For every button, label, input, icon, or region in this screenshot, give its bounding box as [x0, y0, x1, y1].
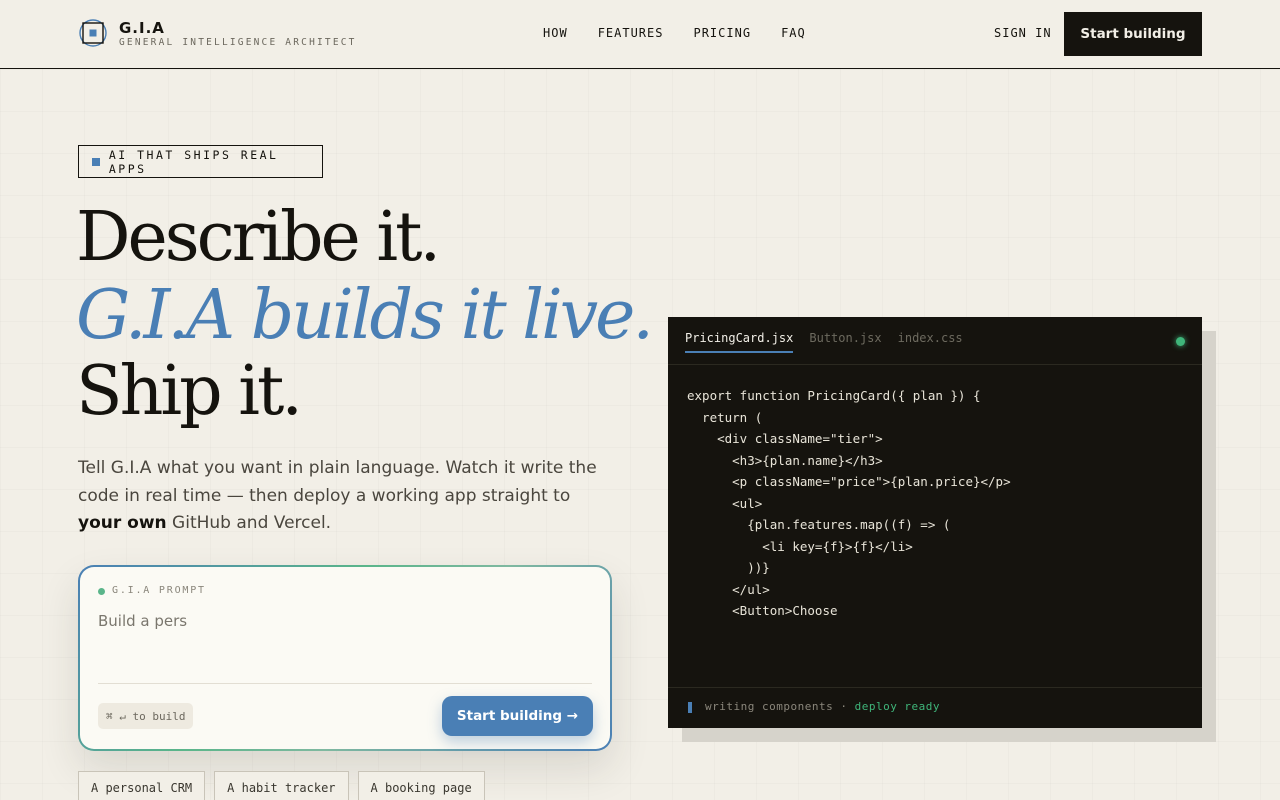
- code-line: export function PricingCard({ plan }) {: [687, 388, 981, 403]
- tab-pricingcard[interactable]: PricingCard.jsx: [685, 331, 794, 353]
- code-line: <ul>: [687, 495, 763, 511]
- status-dot-icon: [98, 588, 105, 595]
- editor-tabs: PricingCard.jsx Button.jsx index.css: [685, 331, 963, 353]
- suggestion-chip[interactable]: A personal CRM: [78, 771, 206, 800]
- lede-text: Tell G.I.A what you want in plain langua…: [78, 458, 597, 506]
- code-line: <h3>{plan.name}</h3>: [687, 452, 883, 468]
- code-line: <li key={f}>{f}</li>: [687, 538, 913, 554]
- suggestion-chip[interactable]: A habit tracker: [214, 771, 349, 800]
- tab-button[interactable]: Button.jsx: [809, 331, 881, 353]
- prompt-divider: [98, 683, 592, 684]
- hero-badge: AI THAT SHIPS REAL APPS: [78, 145, 323, 178]
- headline-line-2: G.I.A builds it live.: [76, 276, 654, 355]
- prompt-start-building-button[interactable]: Start building →: [442, 696, 593, 736]
- code-line: </ul>: [687, 581, 770, 597]
- main-nav: HOW FEATURES PRICING FAQ: [543, 26, 806, 40]
- code-line: {plan.features.map((f) => (: [687, 517, 951, 532]
- site-header: G.I.A GENERAL INTELLIGENCE ARCHITECT HOW…: [0, 0, 1280, 69]
- editor-divider: [668, 364, 1202, 365]
- prompt-input[interactable]: [98, 609, 592, 633]
- prompt-label: G.I.A PROMPT: [112, 585, 206, 596]
- status-bar-icon: [688, 702, 692, 713]
- nav-faq[interactable]: FAQ: [781, 26, 806, 40]
- lede-text-end: GitHub and Vercel.: [166, 513, 332, 533]
- code-line: <p className="price">{plan.price}</p>: [687, 474, 1011, 489]
- headline-line-1: Describe it.: [76, 198, 441, 277]
- prompt-card-body: G.I.A PROMPT ⌘ ↵ to build Start building…: [80, 567, 610, 749]
- headline-line-3: Ship it.: [76, 352, 303, 431]
- lede-emphasis: your own: [78, 513, 167, 533]
- code-editor: PricingCard.jsx Button.jsx index.css exp…: [668, 317, 1202, 728]
- tab-index-css[interactable]: index.css: [898, 331, 963, 353]
- nav-how[interactable]: HOW: [543, 26, 568, 40]
- suggestion-chips: A personal CRM A habit tracker A booking…: [78, 771, 485, 800]
- nav-pricing[interactable]: PRICING: [693, 26, 751, 40]
- badge-text: AI THAT SHIPS REAL APPS: [108, 147, 279, 176]
- live-indicator-icon: [1176, 337, 1185, 346]
- status-label: writing components ·: [705, 700, 848, 713]
- hero-description: Tell G.I.A what you want in plain langua…: [78, 455, 598, 538]
- header-start-building-button[interactable]: Start building: [1064, 12, 1202, 56]
- code-line: return (: [687, 409, 763, 425]
- code-line: ))}: [687, 560, 770, 575]
- suggestion-chip[interactable]: A booking page: [357, 771, 485, 800]
- nav-features[interactable]: FEATURES: [598, 26, 664, 40]
- keyboard-hint: ⌘ ↵ to build: [98, 703, 194, 729]
- logo-icon: [79, 19, 107, 47]
- code-line: <Button>Choose: [687, 603, 838, 618]
- badge-square-icon: [92, 157, 100, 166]
- brand-name[interactable]: G.I.A: [119, 19, 165, 37]
- brand-tagline: GENERAL INTELLIGENCE ARCHITECT: [119, 37, 357, 48]
- code-line: <div className="tier">: [687, 431, 883, 446]
- code-block: export function PricingCard({ plan }) { …: [687, 385, 1011, 622]
- status-deploy-ready: deploy ready: [854, 700, 941, 713]
- prompt-card: G.I.A PROMPT ⌘ ↵ to build Start building…: [78, 565, 612, 751]
- editor-status: writing components · deploy ready: [705, 700, 940, 713]
- sign-in-link[interactable]: SIGN IN: [994, 26, 1052, 40]
- editor-footer-divider: [668, 687, 1202, 688]
